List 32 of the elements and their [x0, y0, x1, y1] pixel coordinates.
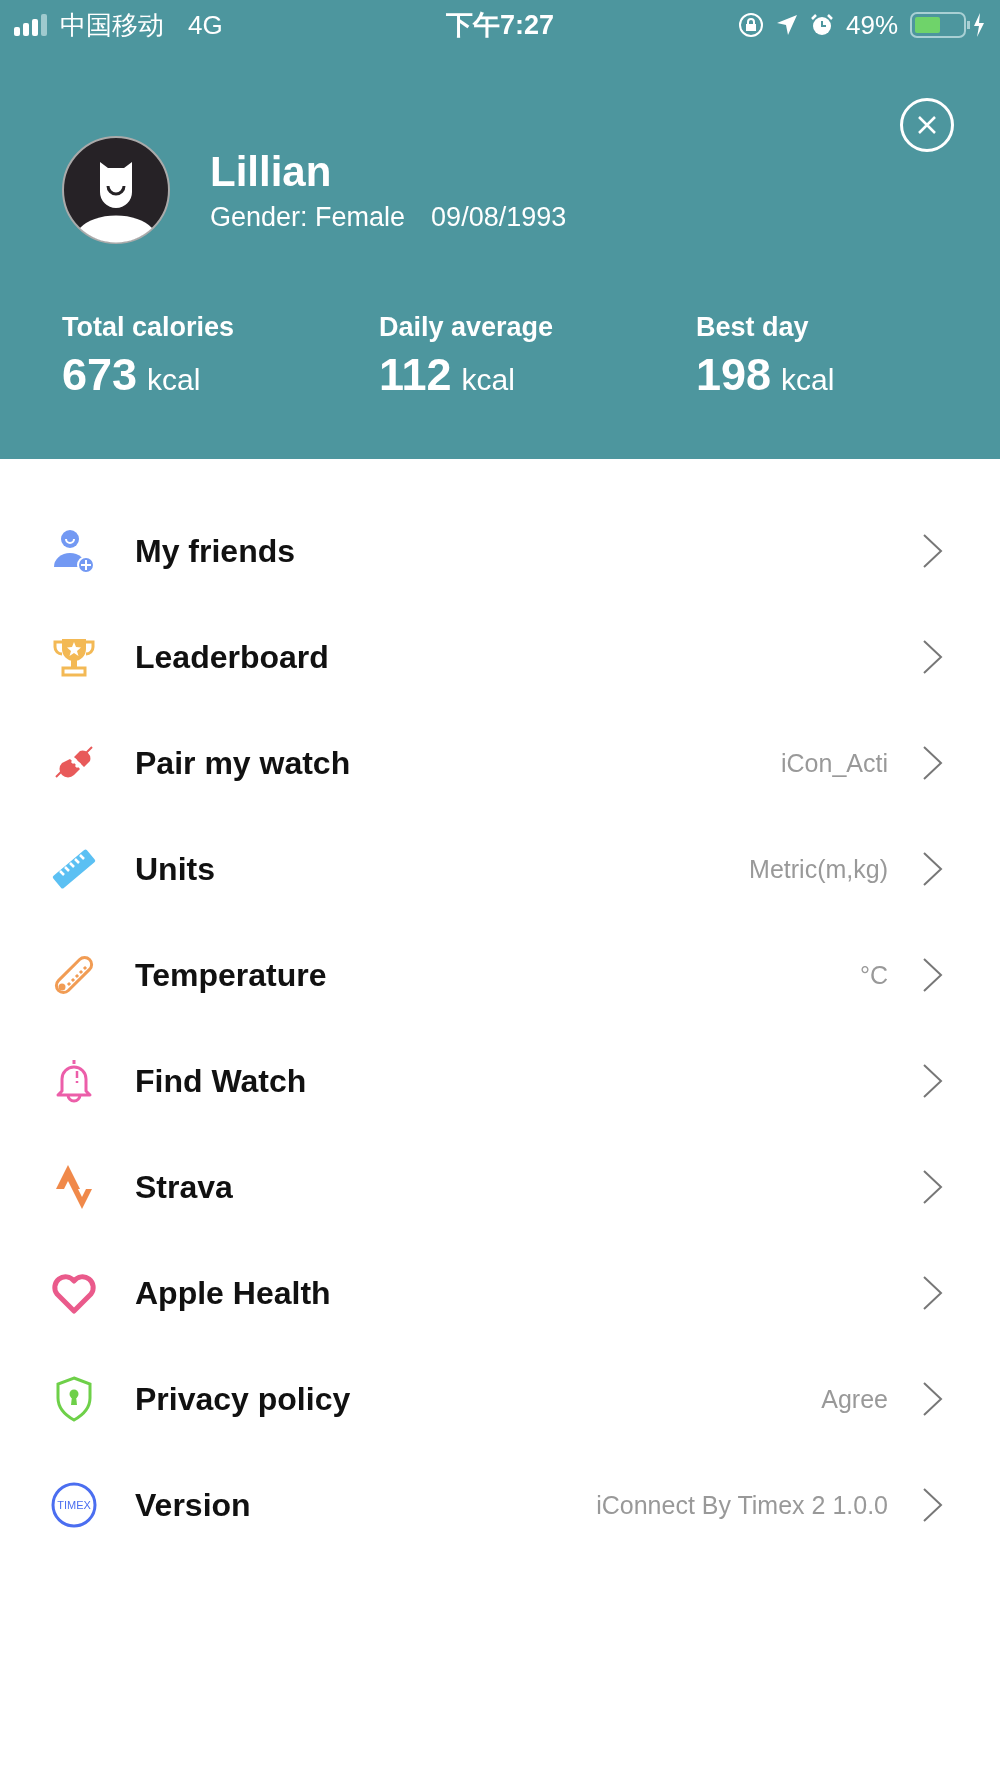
- stat-label: Daily average: [379, 312, 555, 343]
- stat-value: 112: [379, 349, 452, 401]
- battery-percent: 49%: [845, 9, 898, 41]
- stat-value: 673: [62, 349, 138, 401]
- menu-item-value: Agree: [821, 1384, 888, 1414]
- network-type: 4G: [188, 9, 223, 41]
- stat-value: 198: [696, 349, 772, 401]
- menu-item[interactable]: Pair my watch iCon_Acti: [0, 710, 1000, 816]
- menu-item-value: iCon_Acti: [781, 748, 888, 778]
- menu-item[interactable]: Apple Health: [0, 1240, 1000, 1346]
- menu-item[interactable]: Temperature °C: [0, 922, 1000, 1028]
- menu-item[interactable]: Find Watch: [0, 1028, 1000, 1134]
- menu-item-value: iConnect By Timex 2 1.0.0: [596, 1490, 888, 1520]
- stat-unit: kcal: [781, 363, 835, 397]
- stat-label: Best day: [696, 312, 810, 343]
- gender-text: Gender: Female: [210, 201, 406, 233]
- menu-item[interactable]: Privacy policy Agree: [0, 1346, 1000, 1452]
- menu-item[interactable]: My friends: [0, 498, 1000, 604]
- stat-unit: kcal: [147, 363, 201, 397]
- brand-logo-icon: TIMEX: [50, 1481, 98, 1529]
- menu-item[interactable]: TIMEX Version iConnect By Timex 2 1.0.0: [0, 1452, 1000, 1558]
- menu-item[interactable]: Units Metric(m,kg): [0, 816, 1000, 922]
- carrier-name: 中国移动: [60, 8, 164, 42]
- menu-item[interactable]: Strava: [0, 1134, 1000, 1240]
- menu-item-value: °C: [859, 960, 888, 990]
- birthday-text: 09/08/1993: [431, 201, 567, 233]
- stat-label: Total calories: [62, 312, 236, 343]
- user-name: Lillian: [210, 147, 333, 196]
- menu-item-value: Metric(m,kg): [749, 854, 888, 884]
- menu-item[interactable]: Leaderboard: [0, 604, 1000, 710]
- clock-time: 下午7:27: [446, 9, 555, 42]
- stat-unit: kcal: [461, 363, 515, 397]
